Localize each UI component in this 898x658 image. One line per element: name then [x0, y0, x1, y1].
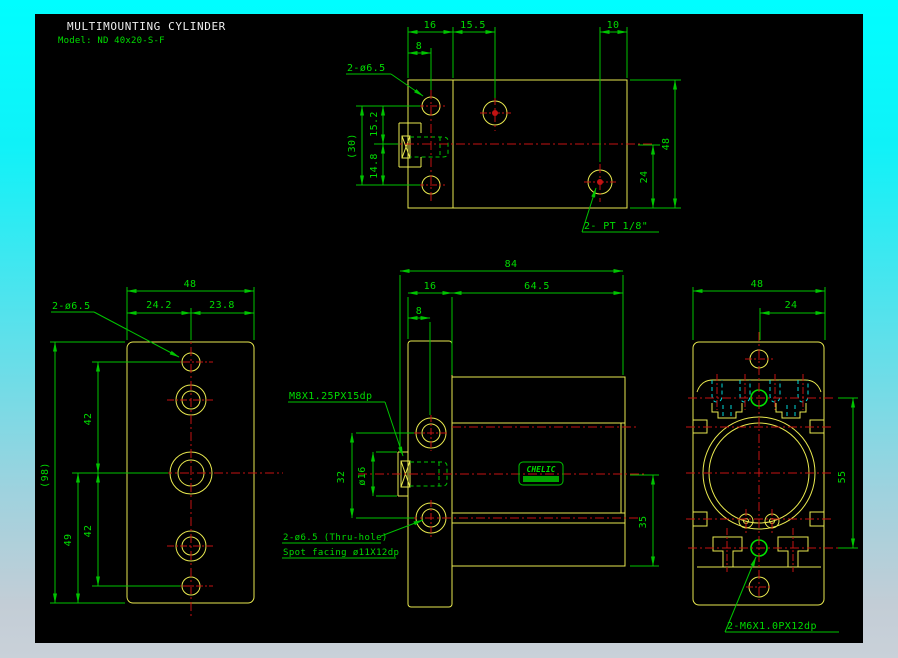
dim-section-16: 16	[424, 281, 437, 292]
dim-front-49: 49	[63, 534, 74, 547]
brand-logo-band	[523, 476, 559, 482]
callout-front-holes: 2-ø6.5	[52, 301, 91, 312]
dim-section-8: 8	[416, 306, 422, 317]
dim-end-24: 24	[785, 300, 798, 311]
front-view: 48 24.2 23.8 (98) 49 42 42 2-ø6.5	[40, 279, 283, 616]
dim-top-15-2: 15.2	[369, 111, 380, 137]
dim-top-15-5: 15.5	[460, 20, 486, 31]
title-block: MULTIMOUNTING CYLINDER Model: ND 40x20-S…	[58, 20, 226, 46]
top-view: 16 15.5 10 8 (30) 15.2 14.8 48 24 2-ø6.5…	[346, 20, 681, 232]
section-view: 84 16 64.5 8 32 ø16 35 M8X1.25PX15dp 2-ø…	[282, 259, 659, 607]
callout-spot-facing: Spot facing ø11X12dp	[283, 548, 399, 558]
dim-section-35: 35	[638, 516, 649, 529]
model-number: Model: ND 40x20-S-F	[58, 36, 165, 46]
drawing-title: MULTIMOUNTING CYLINDER	[67, 20, 226, 33]
callout-rod-thread: M8X1.25PX15dp	[289, 391, 372, 402]
dim-front-98: (98)	[40, 462, 51, 488]
end-view: 48 24 55 2-M6X1.0PX12dp	[686, 279, 858, 632]
callout-port: 2- PT 1/8"	[584, 221, 648, 232]
dim-top-8: 8	[416, 41, 422, 52]
cad-drawing: MULTIMOUNTING CYLINDER Model: ND 40x20-S…	[35, 14, 863, 643]
dim-top-30: (30)	[347, 133, 358, 159]
dim-top-16: 16	[424, 20, 437, 31]
dim-section-dia16: ø16	[357, 466, 368, 485]
dim-section-64-5: 64.5	[524, 281, 550, 292]
callout-top-holes: 2-ø6.5	[347, 63, 386, 74]
brand-logo: CHELIC	[519, 462, 563, 485]
callout-thru-hole: 2-ø6.5 (Thru-hole)	[283, 533, 388, 543]
brand-logo-text: CHELIC	[527, 465, 556, 474]
dim-top-24: 24	[639, 171, 650, 184]
desktop-background: { "drawing": { "title": "MULTIMOUNTING C…	[0, 0, 898, 658]
dim-front-48: 48	[184, 279, 197, 290]
dim-front-42-upper: 42	[83, 413, 94, 426]
dim-end-48: 48	[751, 279, 764, 290]
dim-section-84: 84	[505, 259, 518, 270]
dim-end-55: 55	[837, 471, 848, 484]
dim-front-24-2: 24.2	[146, 300, 172, 311]
dim-top-14-8: 14.8	[369, 153, 380, 179]
dim-front-23-8: 23.8	[209, 300, 235, 311]
cad-drawing-area: MULTIMOUNTING CYLINDER Model: ND 40x20-S…	[35, 14, 863, 643]
dim-front-42-lower: 42	[83, 525, 94, 538]
dim-top-10: 10	[607, 20, 620, 31]
dim-section-32: 32	[336, 471, 347, 484]
dim-top-48: 48	[661, 138, 672, 151]
callout-m6-thread: 2-M6X1.0PX12dp	[727, 621, 817, 632]
